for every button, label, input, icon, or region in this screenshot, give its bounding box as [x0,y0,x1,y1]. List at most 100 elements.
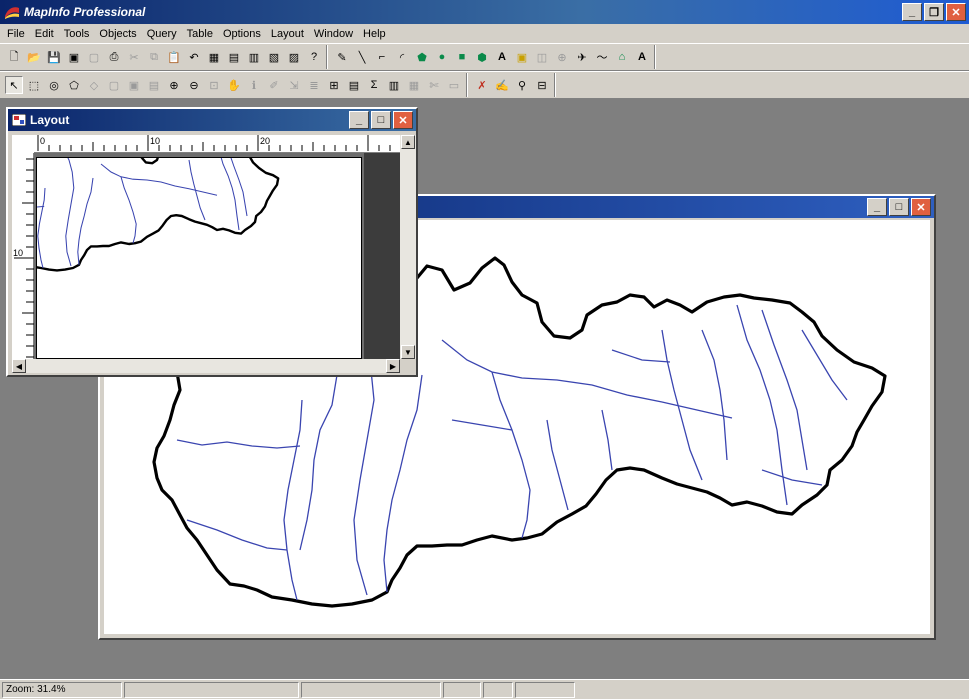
rectangle-icon[interactable]: ■ [453,48,471,66]
zoom-out-icon[interactable]: ⊖ [185,76,203,94]
menu-edit[interactable]: Edit [30,28,59,40]
change-view-icon[interactable]: ⊡ [205,76,223,94]
legend-icon[interactable]: ▤ [345,76,363,94]
layout-window[interactable]: Layout _ □ ✕ 0 10 20 10 ▲ ▼ ◀ ▶ [0,107,418,377]
drawing-toolbar: ✎ ╲ ⌐ ◜ ⬟ ● ■ ⬢ A ▣ ◫ ⊕ ✈ 〜 ⌂ A [330,45,655,69]
map-close-button[interactable]: ✕ [911,198,931,216]
text-icon[interactable]: A [493,48,511,66]
new-browser-icon[interactable]: ▦ [205,48,223,66]
cut-icon[interactable]: ✂ [125,48,143,66]
frame-icon[interactable]: ▣ [513,48,531,66]
grabber-icon[interactable]: ✋ [225,76,243,94]
restore-button[interactable]: ❐ [924,3,944,21]
toolbar-row-2: ↖ ⬚ ◎ ⬠ ◇ ▢ ▣ ▤ ⊕ ⊖ ⊡ ✋ ℹ ✐ ⇲ ≣ ⊞ ▤ Σ ▥ … [0,71,969,99]
scroll-right-arrow-icon[interactable]: ▶ [386,359,400,373]
layout-window-controls: _ □ ✕ [349,111,413,129]
new-icon[interactable]: 🗋 [5,48,23,66]
symbol-style-icon[interactable]: ✈ [573,48,591,66]
thematic-icon[interactable]: ▥ [385,76,403,94]
map-maximize-button[interactable]: □ [889,198,909,216]
layout-map-frame[interactable] [0,130,363,360]
menu-query[interactable]: Query [142,28,182,40]
status-panel-2 [124,681,299,698]
invert-icon[interactable]: ▣ [125,76,143,94]
unselect-icon[interactable]: ▢ [105,76,123,94]
hotlink-icon[interactable]: ▦ [405,76,423,94]
layout-page-area[interactable] [0,130,400,360]
reshape-icon[interactable]: ◫ [533,48,551,66]
print-preview-icon[interactable]: ▢ [85,48,103,66]
scroll-up-arrow-icon[interactable]: ▲ [401,135,415,149]
horizontal-ruler: 0 10 20 [34,135,400,153]
run-icon[interactable]: ✗ [473,76,491,94]
line-style-icon[interactable]: 〜 [593,48,611,66]
rounded-rect-icon[interactable]: ⬢ [473,48,491,66]
zoom-in-icon[interactable]: ⊕ [165,76,183,94]
map-icon[interactable]: ⚲ [513,76,531,94]
drag-window-icon[interactable]: ⇲ [285,76,303,94]
scroll-left-arrow-icon[interactable]: ◀ [12,359,26,373]
open-icon[interactable]: 📂 [25,48,43,66]
ellipse-icon[interactable]: ● [433,48,451,66]
layout-vertical-scrollbar[interactable]: ▲ ▼ [400,135,416,359]
menu-table[interactable]: Table [182,28,218,40]
graph-select-icon[interactable]: ▤ [145,76,163,94]
vertical-ruler-ticks: 10 [13,158,34,358]
boundary-icon[interactable]: ◇ [85,76,103,94]
add-node-icon[interactable]: ⊕ [553,48,571,66]
layout-paper[interactable] [0,130,363,360]
polygon-icon[interactable]: ⬟ [413,48,431,66]
save-as-icon[interactable]: ▣ [65,48,83,66]
menu-help[interactable]: Help [358,28,391,40]
menu-options[interactable]: Options [218,28,266,40]
line-icon[interactable]: ╲ [353,48,371,66]
scale-bar-icon[interactable]: ▭ [445,76,463,94]
menu-tools[interactable]: Tools [59,28,95,40]
save-workspace-icon[interactable]: ⊟ [533,76,551,94]
polygon-select-icon[interactable]: ⬠ [65,76,83,94]
copy-icon[interactable]: ⧉ [145,48,163,66]
paste-icon[interactable]: 📋 [165,48,183,66]
undo-icon[interactable]: ↶ [185,48,203,66]
select-icon[interactable]: ↖ [5,76,23,94]
new-layout-icon[interactable]: ▧ [265,48,283,66]
ruler-corner [12,135,34,153]
menu-window[interactable]: Window [309,28,358,40]
layout-minimize-button[interactable]: _ [349,111,369,129]
map-minimize-button[interactable]: _ [867,198,887,216]
menu-objects[interactable]: Objects [94,28,141,40]
layout-window-title: Layout [30,113,70,127]
minimize-button[interactable]: _ [902,3,922,21]
menu-layout[interactable]: Layout [266,28,309,40]
new-grapher-icon[interactable]: ▥ [245,48,263,66]
layer-control-icon[interactable]: ≣ [305,76,323,94]
save-icon[interactable]: 💾 [45,48,63,66]
layout-rivers [0,147,248,269]
script-icon[interactable]: ✍ [493,76,511,94]
label-icon[interactable]: ✐ [265,76,283,94]
new-mapper-icon[interactable]: ▤ [225,48,243,66]
main-toolbar: ↖ ⬚ ◎ ⬠ ◇ ▢ ▣ ▤ ⊕ ⊖ ⊡ ✋ ℹ ✐ ⇲ ≣ ⊞ ▤ Σ ▥ … [2,73,467,97]
radius-icon[interactable]: ◎ [45,76,63,94]
polyline-icon[interactable]: ⌐ [373,48,391,66]
layout-window-titlebar[interactable]: Layout _ □ ✕ [8,109,416,131]
layout-close-button[interactable]: ✕ [393,111,413,129]
clip-region-icon[interactable]: ✄ [425,76,443,94]
layout-maximize-button[interactable]: □ [371,111,391,129]
horizontal-ruler-ticks: 0 10 20 [37,135,391,151]
text-style-icon[interactable]: A [633,48,651,66]
new-redistrict-icon[interactable]: ▨ [285,48,303,66]
symbol-icon[interactable]: ✎ [333,48,351,66]
region-style-icon[interactable]: ⌂ [613,48,631,66]
help-icon[interactable]: ? [305,48,323,66]
scroll-down-arrow-icon[interactable]: ▼ [401,345,415,359]
statistics-icon[interactable]: Σ [365,76,383,94]
layout-horizontal-scrollbar[interactable]: ◀ ▶ [12,359,400,373]
close-button[interactable]: ✕ [946,3,966,21]
ruler-icon[interactable]: ⊞ [325,76,343,94]
marquee-icon[interactable]: ⬚ [25,76,43,94]
menu-file[interactable]: File [2,28,30,40]
info-icon[interactable]: ℹ [245,76,263,94]
print-icon[interactable]: ⎙ [105,48,123,66]
arc-icon[interactable]: ◜ [393,48,411,66]
